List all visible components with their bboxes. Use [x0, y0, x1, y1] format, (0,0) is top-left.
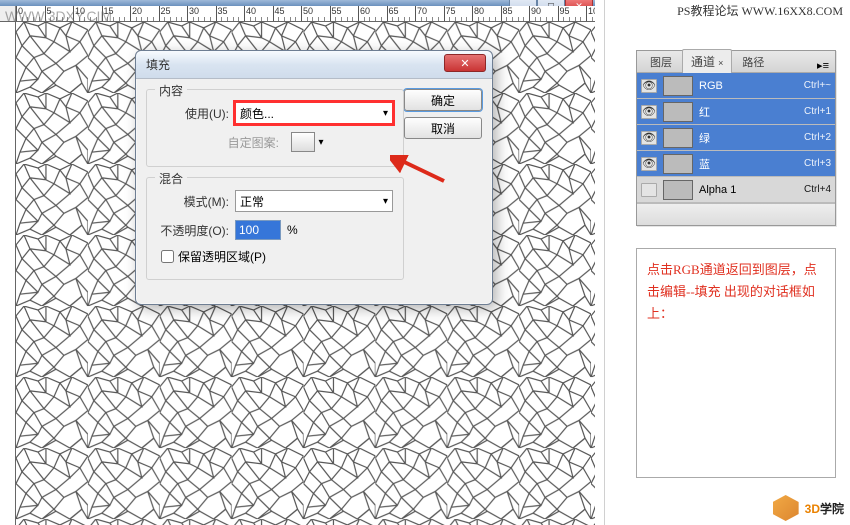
watermark-top-right: PS教程论坛 WWW.16XX8.COM — [675, 2, 845, 19]
channel-name: 红 — [699, 104, 798, 120]
channel-row[interactable]: Alpha 1 Ctrl+4 — [637, 177, 835, 203]
channel-thumbnail — [663, 102, 693, 122]
channel-thumbnail — [663, 76, 693, 96]
visibility-eye-icon[interactable]: 👁 — [641, 157, 657, 171]
channel-row[interactable]: 👁 RGB Ctrl+~ — [637, 73, 835, 99]
tab-paths[interactable]: 路径 — [733, 50, 773, 73]
dialog-close-button[interactable] — [444, 54, 486, 72]
channel-thumbnail — [663, 180, 693, 200]
channel-list: 👁 RGB Ctrl+~ 👁 红 Ctrl+1 👁 绿 Ctrl+2 👁 蓝 Ctrl+3 Alpha … — [637, 73, 835, 203]
cancel-button[interactable]: 取消 — [404, 117, 482, 139]
chevron-down-icon: ▾ — [383, 196, 388, 207]
channel-shortcut: Ctrl+3 — [804, 158, 831, 169]
use-label: 使用(U): — [157, 105, 235, 122]
panel-tabs: 图层 通道 × 路径 ▸≡ — [637, 51, 835, 73]
channels-panel: 图层 通道 × 路径 ▸≡ 👁 RGB Ctrl+~ 👁 红 Ctrl+1 👁 绿 Ctrl+2… — [636, 50, 836, 226]
channel-name: 蓝 — [699, 156, 798, 172]
channel-row[interactable]: 👁 红 Ctrl+1 — [637, 99, 835, 125]
channel-name: 绿 — [699, 130, 798, 146]
blend-group: 混合 模式(M): 正常 ▾ 不透明度(O): % 保留透明区域(P) — [146, 177, 404, 280]
content-group-label: 内容 — [155, 82, 187, 99]
use-dropdown[interactable]: 颜色... ▾ — [235, 102, 393, 124]
mode-dropdown[interactable]: 正常 ▾ — [235, 190, 393, 212]
panel-menu-icon[interactable]: ▸≡ — [811, 59, 835, 72]
tab-channels[interactable]: 通道 × — [682, 49, 732, 73]
watermark-top-left: WWW.3DXY.CIM — [5, 8, 112, 24]
channel-name: RGB — [699, 80, 798, 92]
channel-shortcut: Ctrl+1 — [804, 106, 831, 117]
preserve-transparency-label: 保留透明区域(P) — [178, 248, 266, 265]
preserve-transparency-checkbox[interactable] — [161, 250, 174, 263]
channel-shortcut: Ctrl+4 — [804, 184, 831, 195]
panel-footer — [637, 203, 835, 225]
content-group: 内容 使用(U): 颜色... ▾ 自定图案: ▾ — [146, 89, 404, 167]
opacity-label: 不透明度(O): — [157, 222, 235, 239]
pattern-swatch[interactable] — [291, 132, 315, 152]
cube-icon — [773, 495, 799, 521]
channel-row[interactable]: 👁 蓝 Ctrl+3 — [637, 151, 835, 177]
dialog-body: 内容 使用(U): 颜色... ▾ 自定图案: ▾ 混合 模式(M): — [136, 79, 492, 304]
watermark-bottom-right: 3D学院 — [773, 495, 844, 521]
pattern-label: 自定图案: — [157, 134, 285, 151]
visibility-eye-icon[interactable]: 👁 — [641, 79, 657, 93]
dialog-titlebar[interactable]: 填充 — [136, 51, 492, 79]
ruler-tick: 100 — [586, 6, 595, 22]
channel-row[interactable]: 👁 绿 Ctrl+2 — [637, 125, 835, 151]
ruler-vertical — [0, 22, 16, 525]
tab-layers[interactable]: 图层 — [641, 50, 681, 73]
dialog-title: 填充 — [146, 56, 170, 73]
chevron-down-icon[interactable]: ▾ — [315, 137, 327, 148]
channel-shortcut: Ctrl+~ — [804, 80, 831, 91]
channel-thumbnail — [663, 154, 693, 174]
visibility-eye-icon[interactable]: 👁 — [641, 105, 657, 119]
fill-dialog: 填充 内容 使用(U): 颜色... ▾ 自定图案: ▾ — [135, 50, 493, 305]
visibility-eye-icon[interactable]: 👁 — [641, 131, 657, 145]
channel-name: Alpha 1 — [699, 184, 798, 196]
instruction-text: 点击RGB通道返回到图层，点击编辑--填充 出现的对话框如上： — [647, 259, 825, 325]
channel-thumbnail — [663, 128, 693, 148]
use-dropdown-value: 颜色... — [240, 105, 274, 122]
chevron-down-icon: ▾ — [383, 108, 388, 119]
blend-group-label: 混合 — [155, 170, 187, 187]
mode-dropdown-value: 正常 — [240, 193, 264, 210]
visibility-eye-icon[interactable] — [641, 183, 657, 197]
opacity-input[interactable] — [235, 220, 281, 240]
opacity-percent: % — [287, 223, 298, 237]
instruction-note: 点击RGB通道返回到图层，点击编辑--填充 出现的对话框如上： — [636, 248, 836, 478]
ok-button[interactable]: 确定 — [404, 89, 482, 111]
channel-shortcut: Ctrl+2 — [804, 132, 831, 143]
mode-label: 模式(M): — [157, 193, 235, 210]
